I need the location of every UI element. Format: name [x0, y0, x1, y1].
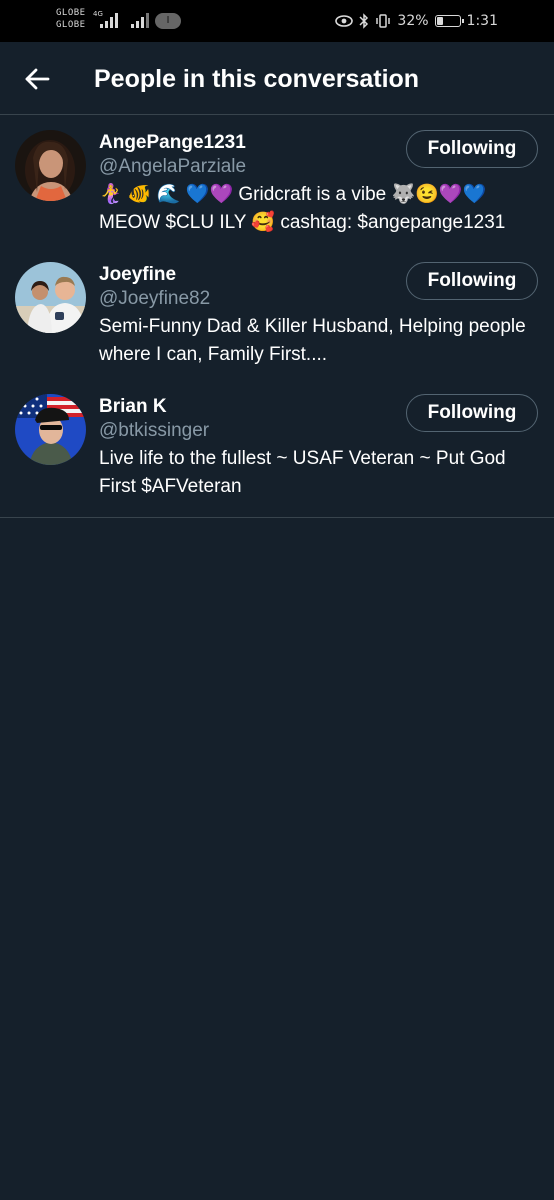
person-row[interactable]: AngePange1231 @AngelaParziale 🧜‍♀️ 🐠 🌊 💙… [0, 115, 554, 247]
back-button[interactable] [22, 64, 52, 94]
person-row[interactable]: Brian K @btkissinger Live life to the fu… [0, 379, 554, 511]
person-bio: 🧜‍♀️ 🐠 🌊 💙💜 Gridcraft is a vibe 🐺😉💜💙 MEO… [99, 184, 506, 233]
bluetooth-icon [359, 13, 369, 29]
person-bio: Semi-Funny Dad & Killer Husband, Helping… [99, 316, 526, 365]
signal-icon-secondary [131, 13, 149, 28]
battery-fill [436, 17, 444, 25]
avatar[interactable] [15, 394, 86, 465]
arrow-left-icon [25, 68, 50, 90]
person-bio: Live life to the fullest ~ USAF Veteran … [99, 448, 506, 497]
following-button[interactable]: Following [406, 130, 538, 168]
data-indicator: I [155, 13, 181, 29]
vibrate-icon [376, 14, 391, 28]
eye-icon [335, 15, 354, 27]
app-header: People in this conversation [0, 42, 554, 115]
avatar[interactable] [15, 130, 86, 201]
status-bar: GLOBE GLOBE 4G I 32% 1:31 [0, 0, 554, 42]
person-row[interactable]: Joeyfine @Joeyfine82 Semi-Funny Dad & Ki… [0, 247, 554, 379]
status-right-group: 32% 1:31 [335, 11, 498, 31]
status-time: 1:31 [466, 13, 498, 29]
avatar[interactable] [15, 262, 86, 333]
page-title: People in this conversation [94, 65, 420, 93]
carrier-labels: GLOBE GLOBE [56, 7, 86, 31]
following-button[interactable]: Following [406, 262, 538, 300]
signal-icon [100, 13, 118, 28]
battery-icon [434, 15, 464, 27]
people-list: AngePange1231 @AngelaParziale 🧜‍♀️ 🐠 🌊 💙… [0, 115, 554, 518]
carrier-label-2: GLOBE [56, 20, 86, 30]
following-button[interactable]: Following [406, 394, 538, 432]
battery-percent: 32% [397, 13, 429, 29]
carrier-label-1: GLOBE [56, 8, 86, 18]
